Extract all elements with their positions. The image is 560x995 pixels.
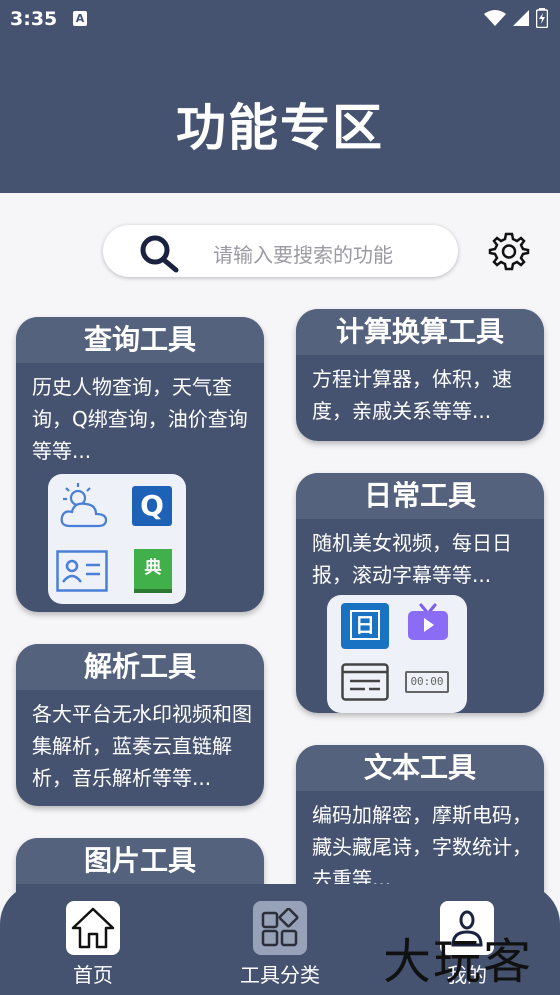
home-icon [66, 901, 120, 955]
header-bar: 3:35 A 功能专区 [0, 0, 560, 193]
nav-home[interactable]: 首页 [53, 901, 133, 988]
card-parse-tools[interactable]: 解析工具 各大平台无水印视频和图集解析，蓝奏云直链解析，音乐解析等等... [16, 644, 264, 806]
dictionary-char: 典 [144, 558, 162, 578]
card-calc-title: 计算换算工具 [296, 309, 544, 355]
dictionary-icon: 典 [134, 549, 172, 593]
search-placeholder: 请输入要搜索的功能 [213, 243, 393, 267]
qq-q-icon: Q [132, 486, 172, 526]
signal-icon [513, 10, 529, 26]
search-icon [140, 235, 179, 273]
card-text-title: 文本工具 [296, 745, 544, 791]
card-image-title: 图片工具 [16, 838, 264, 884]
card-calc-tools[interactable]: 计算换算工具 方程计算器，体积，速度，亲戚关系等等... [296, 309, 544, 441]
calendar-char: 日 [350, 610, 380, 640]
status-bar: 3:35 A [0, 0, 560, 38]
query-icon-panel: Q 典 [48, 474, 186, 604]
gear-icon[interactable] [488, 231, 530, 271]
card-daily-tools[interactable]: 日常工具 随机美女视频，每日日报，滚动字幕等等... 日 00:00 [296, 473, 544, 713]
watermark-text: 大玩客 [383, 934, 534, 990]
nav-categories-label: 工具分类 [240, 963, 320, 987]
notification-a-icon: A [73, 11, 87, 26]
card-daily-title: 日常工具 [296, 473, 544, 519]
status-time: 3:35 [10, 8, 58, 30]
card-parse-desc: 各大平台无水印视频和图集解析，蓝奏云直链解析，音乐解析等等... [32, 702, 252, 790]
subtitle-icon [341, 663, 389, 701]
digital-clock-icon: 00:00 [405, 671, 449, 693]
nav-categories[interactable]: 工具分类 [240, 901, 320, 988]
digital-clock-text: 00:00 [410, 675, 444, 688]
qq-q-letter: Q [140, 489, 164, 522]
card-text-desc: 编码加解密，摩斯电码，藏头藏尾诗，字数统计，去重等... [312, 803, 532, 891]
nav-home-label: 首页 [73, 963, 113, 987]
weather-icon [60, 483, 108, 528]
daily-icon-panel: 日 00:00 [327, 595, 467, 713]
card-calc-desc: 方程计算器，体积，速度，亲戚关系等等... [312, 367, 512, 423]
page-title: 功能专区 [176, 99, 384, 157]
card-parse-title: 解析工具 [16, 644, 264, 690]
search-input[interactable]: 请输入要搜索的功能 [103, 225, 458, 277]
battery-icon [536, 8, 548, 28]
calendar-icon: 日 [341, 603, 389, 649]
card-query-title: 查询工具 [16, 317, 264, 363]
card-daily-desc: 随机美女视频，每日日报，滚动字幕等等... [312, 531, 512, 587]
tv-play-icon [408, 603, 448, 640]
status-icons [484, 8, 548, 28]
grid-category-icon [253, 901, 307, 955]
card-query-desc: 历史人物查询，天气查询，Q绑查询，油价查询等等... [32, 375, 248, 463]
wifi-icon [484, 10, 506, 26]
card-query-tools[interactable]: 查询工具 历史人物查询，天气查询，Q绑查询，油价查询等等... Q 典 [16, 317, 264, 612]
id-card-icon [56, 550, 108, 592]
